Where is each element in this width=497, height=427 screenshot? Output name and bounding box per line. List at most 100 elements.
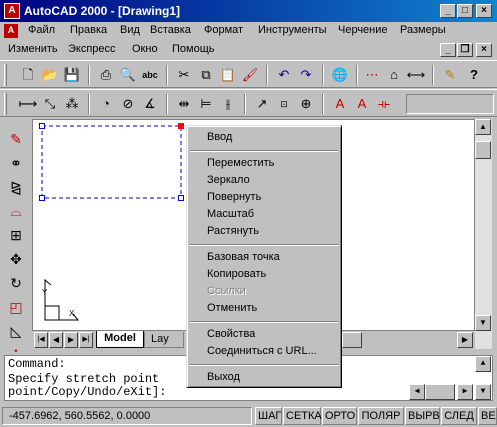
hscroll-right-button[interactable]: ▶ <box>457 332 473 348</box>
cut-icon[interactable]: ✂ <box>174 66 194 84</box>
tab-first-button[interactable]: |◀ <box>34 332 48 348</box>
pencil-icon[interactable]: ✎ <box>440 66 460 84</box>
dim-diameter-icon[interactable]: ⊘ <box>118 95 138 113</box>
menu-item-move[interactable]: Переместить <box>207 157 274 169</box>
minimize-button[interactable]: _ <box>440 4 456 18</box>
menu-insert[interactable]: Вставка <box>148 24 193 36</box>
cmd-scroll-up-button[interactable]: ▲ <box>475 356 491 372</box>
dim-edit-icon[interactable]: A <box>330 95 350 113</box>
tab-last-button[interactable]: ▶| <box>79 332 93 348</box>
hyperlink-icon[interactable]: 🌐 <box>330 66 350 84</box>
dim-radius-icon[interactable]: ◔ <box>96 95 116 113</box>
dim-angular-icon[interactable]: ∡ <box>140 95 160 113</box>
tab-layout[interactable]: Lay <box>144 332 184 348</box>
dim-continue-icon[interactable]: ⫲ <box>218 95 238 113</box>
preview-icon[interactable]: 🔍 <box>118 66 138 84</box>
mirror-icon[interactable]: ⧎ <box>6 177 26 197</box>
title-bar[interactable]: A AutoCAD 2000 - [Drawing1] _ □ × <box>0 0 497 22</box>
doc-minimize-button[interactable]: _ <box>440 43 456 57</box>
grip-bottom-left[interactable] <box>39 195 45 201</box>
toolbar-grip[interactable] <box>4 93 7 115</box>
paste-icon[interactable]: 📋 <box>218 66 238 84</box>
menu-item-copy[interactable]: Копировать <box>207 268 266 280</box>
tab-model[interactable]: Model <box>96 331 144 348</box>
stretch-icon[interactable]: ◺ <box>6 321 26 341</box>
coordinate-readout[interactable]: -457.6962, 560.5562, 0.0000 <box>2 407 252 425</box>
menu-item-rotate[interactable]: Повернуть <box>207 191 261 203</box>
tolerance-icon[interactable]: ⊡ <box>274 95 294 113</box>
scroll-down-button[interactable]: ▼ <box>475 315 491 331</box>
dim-aligned-icon[interactable]: ⤡ <box>40 95 60 113</box>
distance-icon[interactable]: ⟷ <box>406 66 426 84</box>
redo-icon[interactable]: ↷ <box>296 66 316 84</box>
menu-tools[interactable]: Инструменты <box>256 24 329 36</box>
offset-icon[interactable]: ⌓ <box>6 201 26 221</box>
tab-prev-button[interactable]: ◀ <box>49 332 63 348</box>
menu-edit[interactable]: Правка <box>68 24 109 36</box>
menu-view[interactable]: Вид <box>118 24 142 36</box>
matchprop-icon[interactable]: 🖌 <box>240 66 260 84</box>
menu-item-stretch[interactable]: Растянуть <box>207 225 259 237</box>
cmd-hscroll-right-button[interactable]: ▶ <box>457 384 473 400</box>
dim-quick-icon[interactable]: ⇹ <box>174 95 194 113</box>
menu-express[interactable]: Экспресс <box>66 43 118 55</box>
menu-file[interactable]: Файл <box>26 24 57 36</box>
scroll-thumb[interactable] <box>475 141 491 159</box>
menu-item-base-point[interactable]: Базовая точка <box>207 251 280 263</box>
grip-top-left[interactable] <box>39 123 45 129</box>
cmd-hscroll-thumb[interactable] <box>425 384 455 400</box>
hscroll-thumb[interactable] <box>342 332 362 348</box>
ortho-toggle[interactable]: ОРТО <box>322 407 357 425</box>
osnap-toggle[interactable]: ВЫРВ <box>405 407 440 425</box>
menu-item-undo[interactable]: Отменить <box>207 302 257 314</box>
menu-item-go-to-url[interactable]: Соединиться с URL... <box>207 345 317 357</box>
menu-dimension[interactable]: Размеры <box>398 24 448 36</box>
doc-restore-button[interactable]: ❐ <box>457 43 473 57</box>
print-icon[interactable]: ⎙ <box>96 66 116 84</box>
scroll-up-button[interactable]: ▲ <box>475 119 491 135</box>
menu-item-enter[interactable]: Ввод <box>207 131 232 143</box>
rotate-icon[interactable]: ↻ <box>6 273 26 293</box>
menu-item-properties[interactable]: Свойства <box>207 328 255 340</box>
menu-draw[interactable]: Черчение <box>336 24 390 36</box>
new-icon[interactable]: 🗋 <box>18 66 38 84</box>
tab-next-button[interactable]: ▶ <box>64 332 78 348</box>
autocad-logo-icon[interactable]: A <box>4 3 20 19</box>
array-icon[interactable]: ⊞ <box>6 225 26 245</box>
help-icon[interactable]: ? <box>464 66 484 84</box>
vertical-scrollbar[interactable]: ▲ ▼ <box>475 119 492 349</box>
menu-help[interactable]: Помощь <box>170 43 217 55</box>
otrack-toggle[interactable]: СЛЕД <box>441 407 477 425</box>
close-button[interactable]: × <box>476 4 492 18</box>
menu-modify[interactable]: Изменить <box>6 43 60 55</box>
snap-icon[interactable]: ⌂ <box>384 66 404 84</box>
maximize-button[interactable]: □ <box>457 4 473 18</box>
dim-update-icon[interactable]: ⟛ <box>374 95 394 113</box>
center-mark-icon[interactable]: ⊕ <box>296 95 316 113</box>
menu-format[interactable]: Формат <box>202 24 245 36</box>
tracking-icon[interactable]: ⋯ <box>362 66 382 84</box>
polar-toggle[interactable]: ПОЛЯР <box>358 407 404 425</box>
menu-window[interactable]: Окно <box>130 43 160 55</box>
grip-top-right-hot[interactable] <box>178 123 184 129</box>
menu-item-exit[interactable]: Выход <box>207 371 240 383</box>
dim-baseline-icon[interactable]: ⊨ <box>196 95 216 113</box>
snap-toggle[interactable]: ШАГ <box>255 407 282 425</box>
scale-icon[interactable]: ◰ <box>6 297 26 317</box>
grid-toggle[interactable]: СЕТКА <box>283 407 322 425</box>
spell-icon[interactable]: abc <box>140 66 160 84</box>
erase-icon[interactable]: ✎ <box>6 129 26 149</box>
menu-item-mirror[interactable]: Зеркало <box>207 174 250 186</box>
cmd-hscroll-left-button[interactable]: ◀ <box>409 384 425 400</box>
open-icon[interactable]: 📂 <box>40 66 60 84</box>
document-icon[interactable]: A <box>4 24 18 38</box>
dim-ordinate-icon[interactable]: ⁂ <box>62 95 82 113</box>
undo-icon[interactable]: ↶ <box>274 66 294 84</box>
dimstyle-combo[interactable] <box>406 94 494 114</box>
cmd-scroll-down-button[interactable]: ▼ <box>475 384 491 400</box>
toolbar-grip[interactable] <box>4 64 7 86</box>
menu-item-scale[interactable]: Масштаб <box>207 208 254 220</box>
save-icon[interactable]: 💾 <box>62 66 82 84</box>
copy-icon[interactable]: ⧉ <box>196 66 216 84</box>
grip-bottom-right[interactable] <box>178 195 184 201</box>
